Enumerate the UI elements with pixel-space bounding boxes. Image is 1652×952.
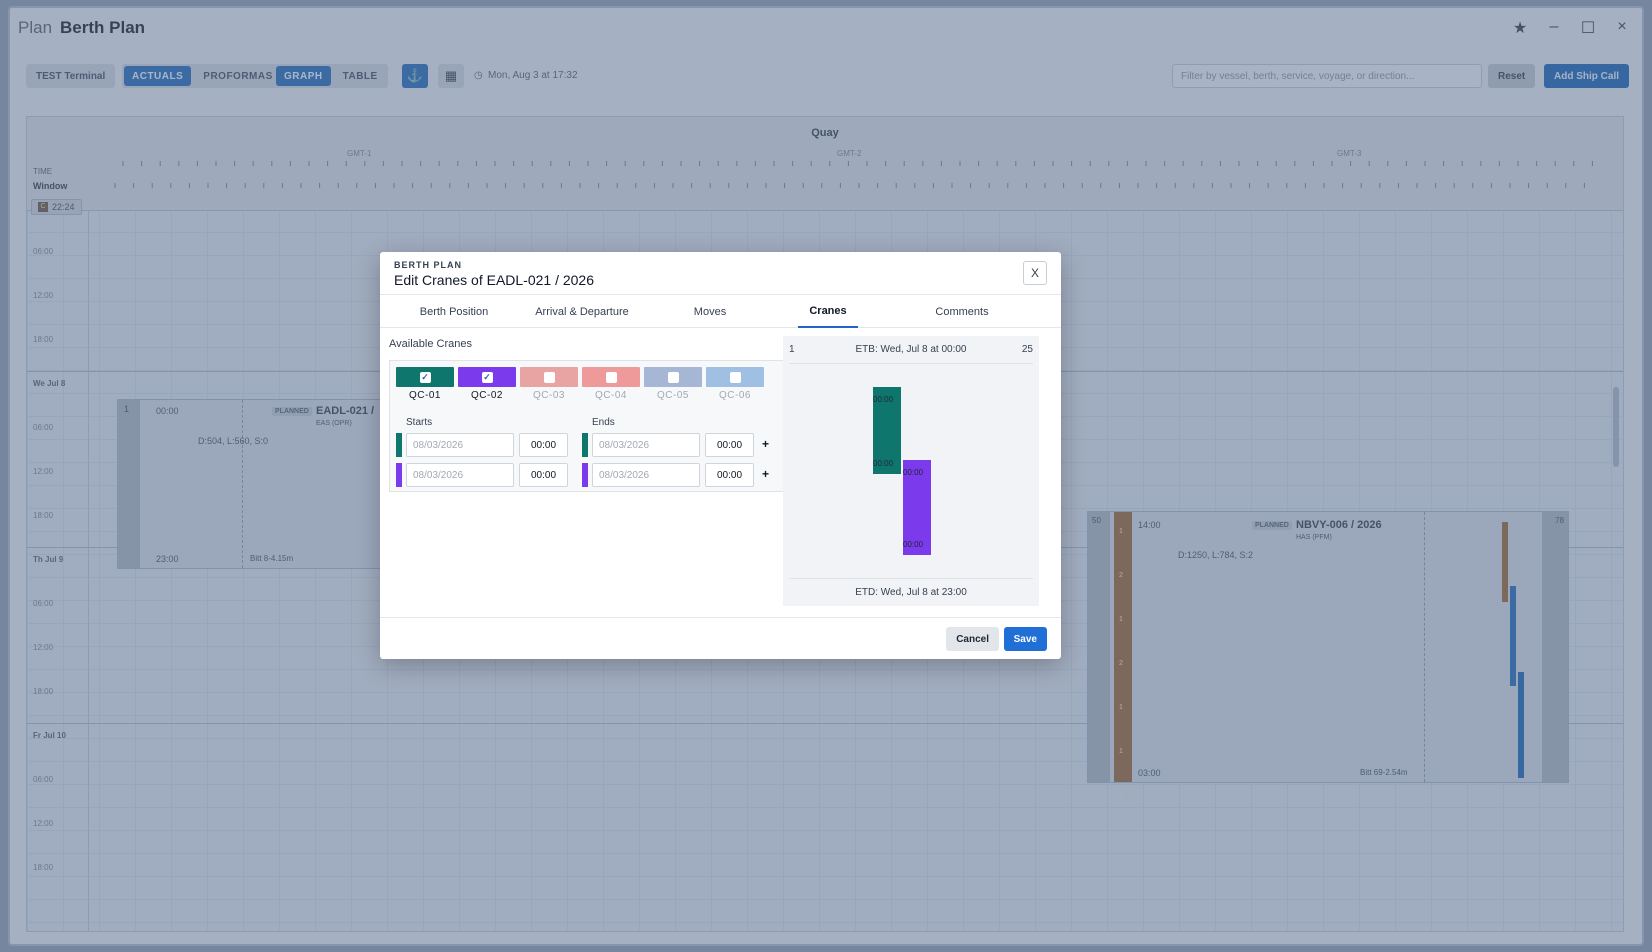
crane-swatch: [520, 367, 578, 387]
crane-option-qc-01[interactable]: ✓ QC-01: [396, 367, 454, 401]
crane-label: QC-02: [471, 390, 503, 401]
start-time-input[interactable]: 00:00: [519, 433, 568, 457]
tab-arrival-departure[interactable]: Arrival & Departure: [520, 295, 644, 328]
start-time-input[interactable]: 00:00: [519, 463, 568, 487]
cancel-button[interactable]: Cancel: [946, 627, 999, 651]
crane-label: QC-05: [657, 390, 689, 401]
assignment-color-qc01: [582, 433, 588, 457]
ends-label: Ends: [592, 417, 615, 428]
checked-checkbox-icon[interactable]: ✓: [419, 371, 431, 383]
tab-berth-position[interactable]: Berth Position: [392, 295, 516, 328]
tab-moves[interactable]: Moves: [648, 295, 772, 328]
chart-left-label: 1: [789, 344, 795, 355]
dialog-close-button[interactable]: X: [1023, 261, 1047, 285]
crane-swatch: ✓: [458, 367, 516, 387]
add-assignment-button[interactable]: +: [762, 437, 769, 451]
end-time-input[interactable]: 00:00: [705, 463, 754, 487]
crane-timeline-chart: ETB: Wed, Jul 8 at 00:00 1 25 00:00 00:00…: [783, 336, 1039, 606]
end-time-input[interactable]: 00:00: [705, 433, 754, 457]
starts-label: Starts: [406, 417, 433, 428]
crane-bar-1[interactable]: 00:00 00:00: [873, 387, 901, 475]
crane-option-qc-02[interactable]: ✓ QC-02: [458, 367, 516, 401]
etd-label: ETD: Wed, Jul 8 at 23:00: [789, 578, 1033, 606]
crane-selector: ✓ QC-01 ✓ QC-02 QC-03 QC-04 QC-05 QC-06 Starts …: [389, 360, 786, 492]
assignment-color-qc02: [582, 463, 588, 487]
crane-label: QC-06: [719, 390, 751, 401]
crane-option-qc-05[interactable]: QC-05: [644, 367, 702, 401]
tab-cranes[interactable]: Cranes: [798, 295, 858, 328]
crane-swatch: [706, 367, 764, 387]
available-cranes-label: Available Cranes: [389, 338, 472, 350]
start-date-input[interactable]: 08/03/2026: [406, 433, 514, 457]
crane-option-qc-06[interactable]: QC-06: [706, 367, 764, 401]
etb-label: ETB: Wed, Jul 8 at 00:00: [855, 344, 967, 355]
chart-right-label: 25: [1021, 344, 1033, 355]
add-assignment-button[interactable]: +: [762, 467, 769, 481]
bar-end-label: 00:00: [873, 459, 894, 469]
crane-option-qc-03[interactable]: QC-03: [520, 367, 578, 401]
unchecked-checkbox-icon[interactable]: [543, 371, 555, 383]
dialog-title: Edit Cranes of EADL-021 / 2026: [394, 272, 595, 288]
unchecked-checkbox-icon[interactable]: [729, 371, 741, 383]
assignment-color-qc02: [396, 463, 402, 487]
crane-label: QC-04: [595, 390, 627, 401]
bar-end-label: 00:00: [903, 540, 924, 550]
crane-bar-2[interactable]: 00:00 00:00: [903, 459, 931, 556]
bar-start-label: 00:00: [903, 467, 924, 477]
unchecked-checkbox-icon[interactable]: [605, 371, 617, 383]
chart-header: ETB: Wed, Jul 8 at 00:00 1 25: [789, 344, 1033, 364]
tab-comments[interactable]: Comments: [900, 295, 1024, 328]
crane-swatch: ✓: [396, 367, 454, 387]
edit-cranes-dialog: BERTH PLAN Edit Cranes of EADL-021 / 202…: [380, 252, 1061, 659]
crane-label: QC-01: [409, 390, 441, 401]
save-button[interactable]: Save: [1003, 627, 1047, 651]
start-date-input[interactable]: 08/03/2026: [406, 463, 514, 487]
bar-start-label: 00:00: [873, 395, 894, 405]
crane-option-qc-04[interactable]: QC-04: [582, 367, 640, 401]
checked-checkbox-icon[interactable]: ✓: [481, 371, 493, 383]
crane-swatch: [582, 367, 640, 387]
dialog-supertitle: BERTH PLAN: [394, 260, 462, 270]
assignment-color-qc01: [396, 433, 402, 457]
end-date-input[interactable]: 08/03/2026: [592, 433, 700, 457]
unchecked-checkbox-icon[interactable]: [667, 371, 679, 383]
crane-swatch: [644, 367, 702, 387]
end-date-input[interactable]: 08/03/2026: [592, 463, 700, 487]
crane-label: QC-03: [533, 390, 565, 401]
dialog-tabs: Berth Position Arrival & Departure Moves…: [380, 294, 1061, 328]
dialog-footer: Cancel Save: [380, 617, 1061, 659]
